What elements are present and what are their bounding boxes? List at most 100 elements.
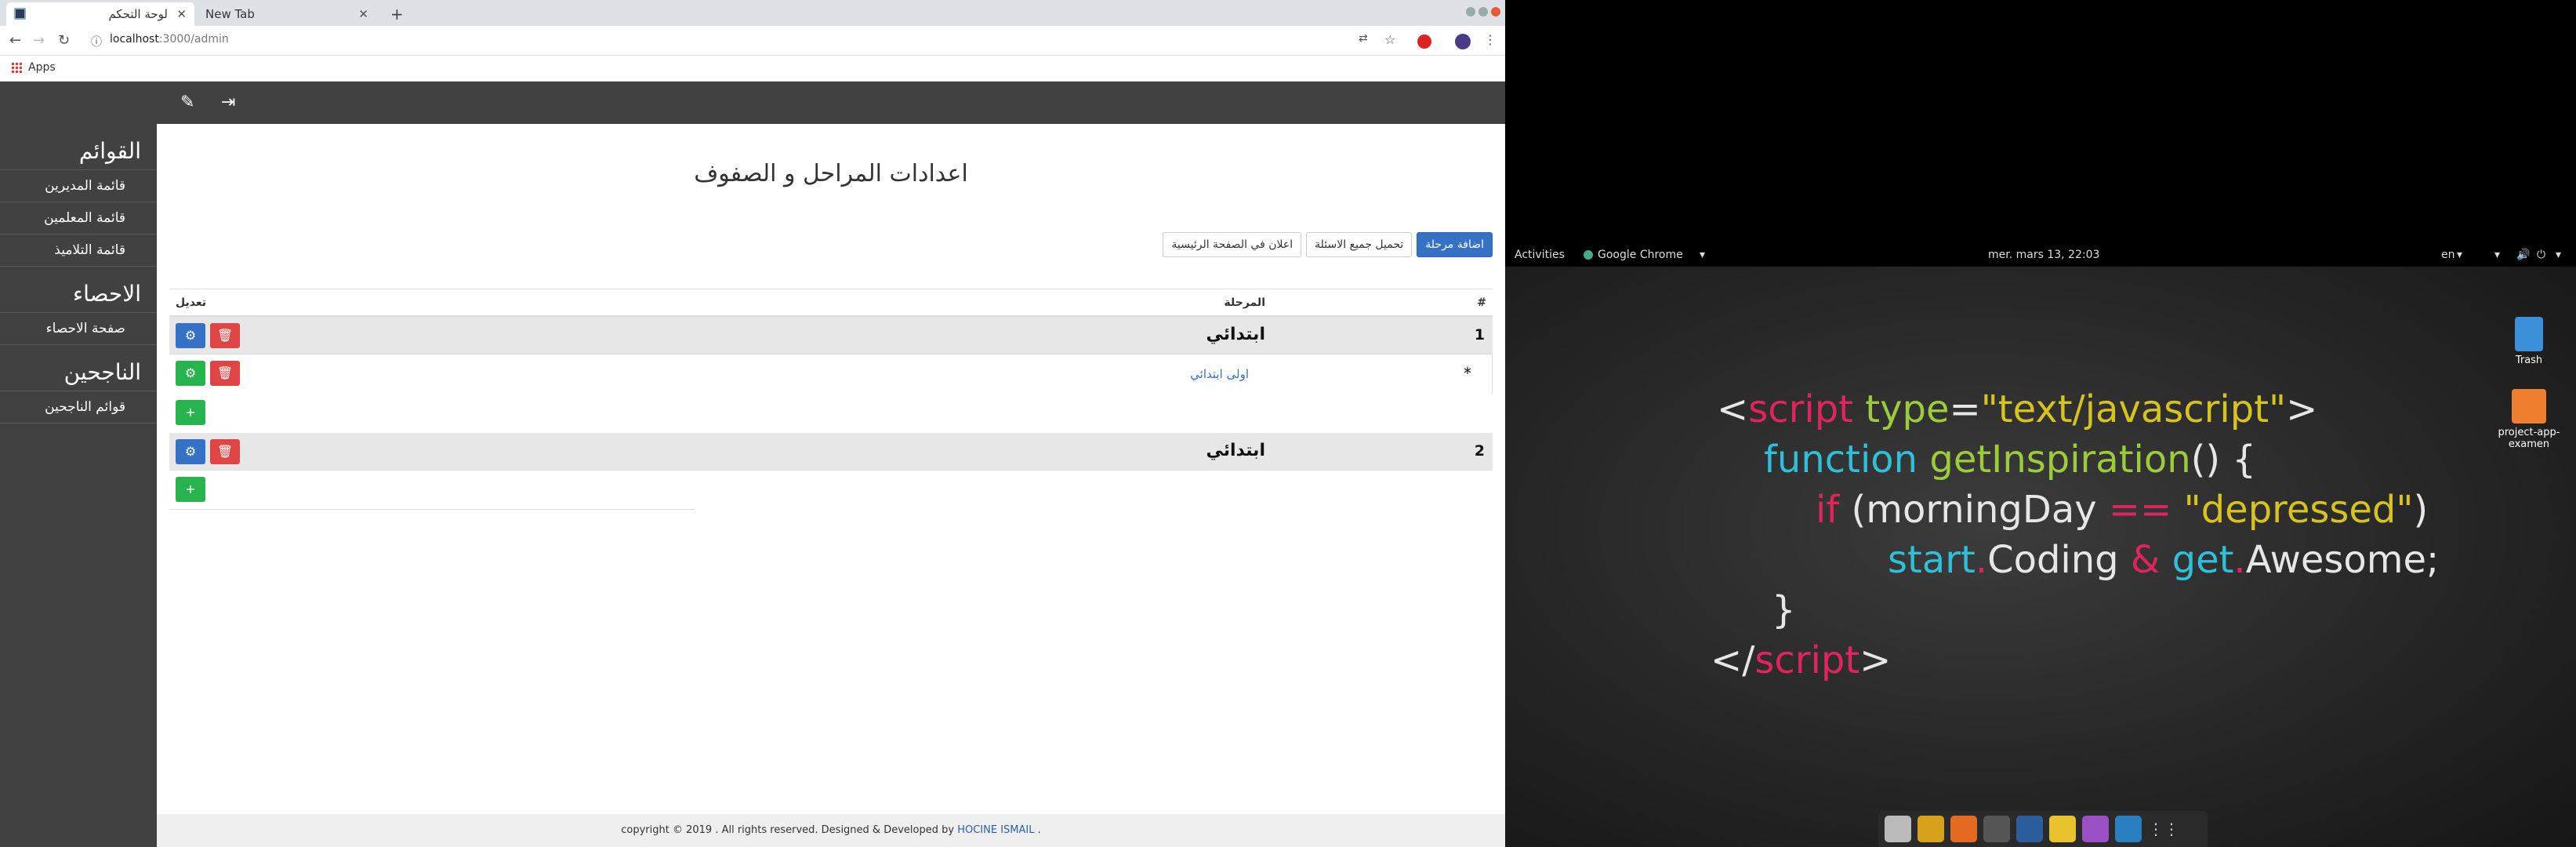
wallpaper-line-6: </script>: [1711, 635, 1891, 685]
app-menu[interactable]: Google Chrome: [1598, 249, 1683, 261]
tab-label: لوحة التحكم: [108, 7, 168, 21]
tab-new[interactable]: New Tab ✕: [196, 2, 376, 26]
sidebar-item-admins[interactable]: قائمة المديرين: [0, 169, 157, 202]
terminal-icon[interactable]: [1983, 816, 2010, 842]
media-player-icon[interactable]: [2082, 816, 2109, 842]
code-token: .: [1975, 538, 1988, 582]
action-buttons: اعلان في الصفحة الرئيسية تحميل جميع الاس…: [1163, 232, 1493, 257]
header-edit: تعديل: [176, 296, 206, 309]
apps-grid-icon: [11, 62, 22, 73]
url-input[interactable]: localhost:3000/admin: [110, 33, 229, 45]
files-icon[interactable]: [1885, 816, 1911, 842]
dock: ⋮⋮: [1878, 811, 2208, 847]
code-token: &: [2118, 538, 2172, 582]
header-stage: المرحلة: [1224, 296, 1265, 309]
sidebar-item-graduates[interactable]: قوائم الناجحين: [0, 391, 157, 424]
footer-end: .: [1037, 824, 1041, 836]
close-tab-icon[interactable]: ✕: [176, 2, 187, 26]
language-indicator[interactable]: en: [2441, 249, 2455, 261]
browser-window: لوحة التحكم ✕ New Tab ✕ + ← → ↻ ⓘ localh…: [0, 0, 1505, 847]
bookmark-star-icon[interactable]: ☆: [1384, 32, 1395, 47]
top-navbar: ✎ ⇥: [157, 82, 1505, 124]
url-path: :3000/admin: [158, 33, 229, 45]
delete-trash-icon[interactable]: 🗑: [210, 323, 240, 348]
code-token: "text/javascript": [1980, 387, 2287, 431]
delete-trash-icon[interactable]: 🗑: [210, 361, 240, 386]
code-token: getInspiration: [1929, 438, 2191, 482]
sub-row: * اولى ابتدائي ⚙ 🗑: [169, 354, 1493, 394]
menu-dots-icon[interactable]: ⋮: [1484, 32, 1497, 47]
sidebar-item-students[interactable]: قائمة التلاميذ: [0, 234, 157, 267]
sub-class-link[interactable]: اولى ابتدائي: [1190, 367, 1249, 381]
app-menu-arrow-icon: ▾: [1700, 249, 1706, 261]
sidebar-heading-lists: القوائم: [78, 138, 141, 164]
wallpaper-line-4: start.Coding & get.Awesome;: [1888, 535, 2439, 585]
forward-arrow-icon[interactable]: →: [33, 32, 45, 49]
admin-page: القوائم قائمة المديرين قائمة المعلمين قا…: [0, 82, 1505, 847]
software-center-icon[interactable]: [1950, 816, 1977, 842]
info-icon[interactable]: ⓘ: [91, 34, 102, 49]
home-ad-button[interactable]: اعلان في الصفحة الرئيسية: [1163, 232, 1302, 257]
back-arrow-icon[interactable]: ←: [9, 32, 21, 49]
screenshot-icon[interactable]: [2115, 816, 2142, 842]
row-num: 1: [1474, 326, 1485, 344]
vscode-icon[interactable]: [2016, 816, 2043, 842]
clock[interactable]: mer. mars 13, 22:03: [1988, 249, 2099, 261]
apps-shortcut[interactable]: Apps: [11, 61, 56, 74]
code-token: "depressed": [2183, 488, 2414, 532]
code-token: (morningDay: [1839, 488, 2109, 532]
code-token: </: [1711, 638, 1755, 682]
desktop-screen: Activities Google Chrome ▾ mer. mars 13,…: [1505, 0, 2576, 847]
sidebar-item-teachers[interactable]: قائمة المعلمين: [0, 202, 157, 234]
power-icon[interactable]: ⏻: [2537, 249, 2545, 261]
logout-icon[interactable]: ⇥: [221, 93, 235, 112]
rhythmbox-icon[interactable]: [1917, 816, 1944, 842]
wallpaper-line-3: if (morningDay == "depressed"): [1816, 485, 2428, 535]
chrome-dock-icon[interactable]: [2049, 816, 2076, 842]
add-plus-icon[interactable]: +: [176, 477, 205, 502]
activities-button[interactable]: Activities: [1515, 249, 1565, 261]
show-apps-grid-icon[interactable]: ⋮⋮: [2148, 816, 2179, 842]
sub-actions: ⚙ 🗑: [176, 361, 240, 386]
add-row: +: [169, 471, 695, 510]
table-row: 2 ابتدائي ⚙ 🗑: [169, 433, 1493, 471]
translate-icon[interactable]: ⇄: [1359, 32, 1368, 45]
desktop-wallpaper: <script type="text/javascript"> function…: [1505, 267, 2576, 847]
row-stage: ابتدائي: [1206, 325, 1265, 344]
maximize-icon[interactable]: [1478, 7, 1488, 16]
footer-author-link[interactable]: HOCINE ISMAIL: [957, 824, 1034, 836]
add-plus-icon[interactable]: +: [176, 400, 205, 425]
new-tab-plus-icon[interactable]: +: [390, 2, 404, 26]
footer: copyright © 2019 . All rights reserved. …: [157, 814, 1505, 847]
adblock-icon[interactable]: [1417, 35, 1431, 49]
close-tab-icon[interactable]: ✕: [358, 2, 368, 26]
row-stage: ابتدائي: [1206, 441, 1265, 460]
add-actions: +: [176, 400, 205, 425]
row-num: 2: [1474, 442, 1485, 460]
trash-icon: [2515, 317, 2543, 351]
settings-gear-icon[interactable]: ⚙: [176, 323, 205, 348]
minimize-icon[interactable]: [1466, 7, 1475, 16]
desktop-icon-folder[interactable]: project-app-examen: [2498, 389, 2560, 450]
tab-admin[interactable]: لوحة التحكم ✕: [6, 2, 194, 26]
settings-gear-icon[interactable]: ⚙: [176, 439, 205, 464]
sidebar: القوائم قائمة المديرين قائمة المعلمين قا…: [0, 82, 157, 847]
add-stage-button[interactable]: اضافة مرحلة: [1417, 232, 1493, 257]
address-bar: ← → ↻ ⓘ localhost:3000/admin ⇄ ☆ ⋮: [0, 26, 1505, 56]
add-actions: +: [176, 477, 205, 502]
sidebar-item-stats[interactable]: صفحة الاحصاء: [0, 312, 157, 345]
delete-trash-icon[interactable]: 🗑: [210, 439, 240, 464]
volume-icon[interactable]: 🔊: [2516, 249, 2530, 261]
reload-icon[interactable]: ↻: [58, 32, 70, 49]
system-menu-arrow-icon[interactable]: ▾: [2556, 249, 2561, 261]
close-window-icon[interactable]: [1491, 7, 1500, 16]
wifi-icon[interactable]: ▾: [2494, 249, 2500, 261]
desktop-icon-trash[interactable]: Trash: [2498, 317, 2560, 366]
edit-icon[interactable]: ✎: [180, 93, 194, 112]
profile-avatar-icon[interactable]: [1455, 34, 1471, 49]
load-questions-button[interactable]: تحميل جميع الاسئلة: [1306, 232, 1413, 257]
settings-gear-icon[interactable]: ⚙: [176, 361, 205, 386]
